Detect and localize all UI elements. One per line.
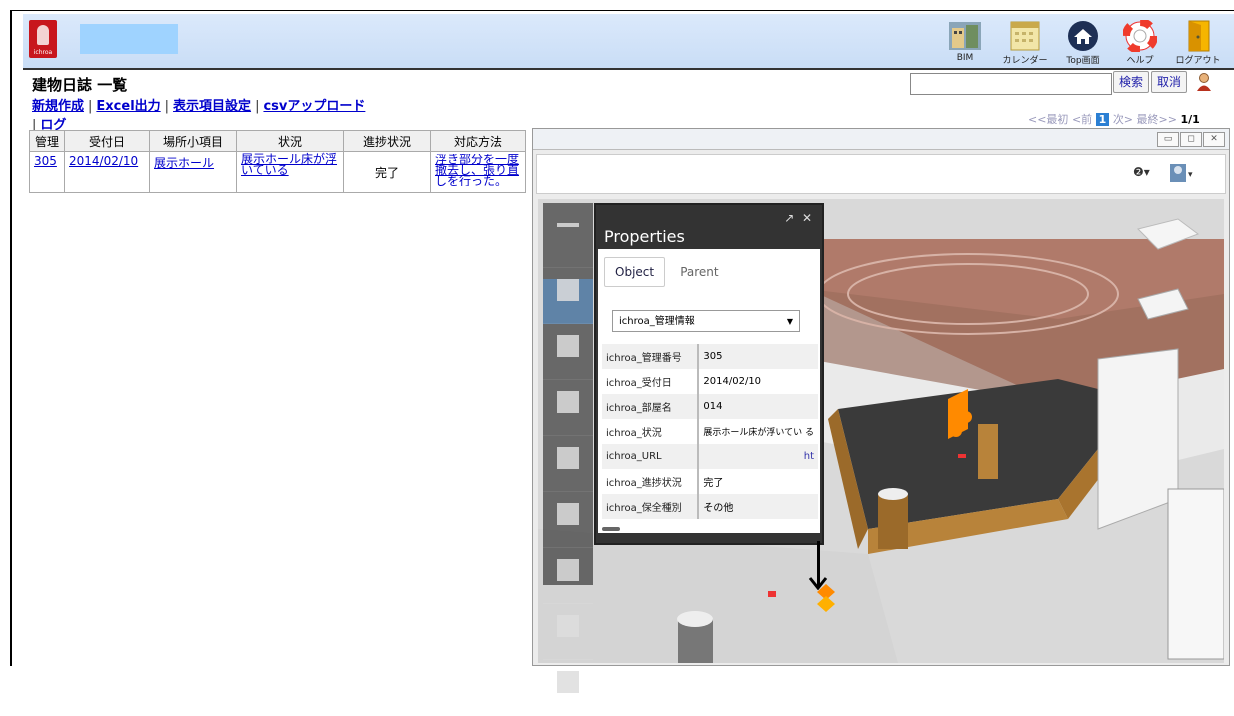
user-dropdown-icon[interactable]: ▾ (1169, 163, 1195, 183)
screen: ichroa BIM カレンダー Top画面 ヘルプ ログアウト 建物日誌 一覧… (0, 0, 1234, 716)
property-row: ichroa_部屋名 014 (602, 394, 818, 419)
toolbar-handle[interactable] (543, 223, 593, 268)
view-tool-icon[interactable] (543, 447, 593, 492)
excel-export-link[interactable]: Excel出力 (96, 99, 160, 114)
col-header[interactable]: 対応方法 (430, 130, 526, 152)
property-row: ichroa_管理番号 305 (602, 344, 818, 369)
search-button[interactable]: 検索 (1113, 71, 1150, 93)
minimize-icon[interactable]: ▭ (1157, 132, 1179, 147)
property-group-value: ichroa_管理情報 (619, 316, 695, 327)
arrow-head-icon (808, 575, 828, 591)
property-group-select[interactable]: ichroa_管理情報 ▼ (612, 310, 800, 332)
home-icon (1066, 20, 1100, 52)
logout-label: ログアウト (1175, 56, 1221, 66)
app-header: ichroa BIM カレンダー Top画面 ヘルプ ログアウト (23, 14, 1234, 70)
help-dropdown-icon[interactable]: ❷▾ (1133, 165, 1150, 179)
log-table: 管理 受付日 場所小項目 状況 進捗状況 対応方法 305 2014/02/10… (29, 130, 526, 193)
pager-last[interactable]: 最終>> (1137, 113, 1177, 126)
col-header[interactable]: 受付日 (64, 130, 150, 152)
table-header-row: 管理 受付日 場所小項目 状況 進捗状況 対応方法 (29, 130, 526, 152)
pager-current[interactable]: 1 (1095, 113, 1110, 126)
markup-tool-icon[interactable] (543, 503, 593, 548)
bim-button[interactable]: BIM (941, 14, 989, 68)
calendar-icon (1008, 20, 1042, 52)
top-screen-label: Top画面 (1066, 56, 1100, 66)
property-row: ichroa_受付日 2014/02/10 (602, 369, 818, 394)
logout-button[interactable]: ログアウト (1174, 14, 1222, 68)
logo-mark-icon (37, 25, 49, 45)
ichroa-logo[interactable]: ichroa (29, 20, 57, 58)
select-tool-icon[interactable] (543, 279, 593, 324)
col-header[interactable]: 場所小項目 (149, 130, 237, 152)
bim-label: BIM (956, 53, 974, 63)
lifebuoy-icon (1122, 18, 1158, 54)
help-button[interactable]: ヘルプ (1116, 14, 1164, 68)
expand-icon[interactable]: ↗ (784, 211, 794, 225)
explode-tool-icon[interactable] (543, 391, 593, 436)
help-label: ヘルプ (1126, 56, 1154, 66)
property-row: ichroa_進捗状況 完了 (602, 469, 818, 494)
row-status-link[interactable]: 展示ホール床が浮いている (241, 152, 337, 177)
properties-title: Properties (604, 227, 685, 246)
properties-body: Object Parent ichroa_管理情報 ▼ ichroa_管理番号 30… (598, 249, 820, 533)
new-link[interactable]: 新規作成 (32, 99, 84, 114)
tab-object[interactable]: Object (604, 257, 666, 287)
col-header[interactable]: 管理 (29, 130, 65, 152)
attach-tool-icon[interactable] (543, 671, 593, 716)
pager: <<最初 <前 1 次> 最終>> 1/1 (1028, 111, 1200, 127)
page-title: 建物日誌 一覧 (32, 76, 128, 94)
row-progress: 完了 (343, 151, 431, 193)
door-icon (1181, 20, 1215, 52)
property-row: ichroa_状況 展示ホール床が浮いてい る (602, 419, 818, 444)
pager-count: 1/1 (1180, 113, 1200, 126)
properties-tabs: Object Parent (604, 257, 729, 287)
left-border (10, 10, 12, 666)
row-date-link[interactable]: 2014/02/10 (69, 154, 138, 168)
search-input[interactable] (910, 73, 1112, 95)
pager-next[interactable]: 次> (1113, 113, 1133, 126)
panel-close-icon[interactable]: ✕ (802, 211, 812, 225)
top-screen-button[interactable]: Top画面 (1059, 14, 1107, 68)
row-method-link[interactable]: 浮き部分を一度撤去し、張り直しを行った。 (435, 154, 519, 186)
row-place-link[interactable]: 展示ホール (154, 156, 214, 170)
close-icon[interactable]: ✕ (1203, 132, 1225, 147)
tab-parent[interactable]: Parent (670, 258, 728, 286)
viewer-toolbar: ❷▾ ▾ (536, 154, 1226, 194)
col-header[interactable]: 進捗状況 (343, 130, 431, 152)
section-tool-icon[interactable] (543, 335, 593, 380)
panel-controls: ↗ ✕ (784, 211, 812, 225)
top-border (10, 10, 1234, 11)
bim-icon (948, 20, 982, 52)
viewer-titlebar: ▭ ◻ ✕ (533, 129, 1229, 150)
layers-tool-icon[interactable] (543, 615, 593, 660)
svg-text:▾: ▾ (1188, 170, 1193, 180)
panel-scrollbar[interactable] (602, 527, 620, 531)
pager-first[interactable]: <<最初 (1028, 113, 1068, 126)
list-tool-icon[interactable] (543, 559, 593, 604)
viewer-left-toolbar (543, 203, 593, 716)
property-row: ichroa_URL ht (602, 444, 818, 469)
calendar-label: カレンダー (1002, 56, 1048, 66)
properties-panel: ↗ ✕ Properties Object Parent ichroa_管理情報… (594, 203, 824, 545)
display-settings-link[interactable]: 表示項目設定 (173, 99, 251, 114)
properties-table: ichroa_管理番号 305 ichroa_受付日 2014/02/10 ichr… (602, 344, 818, 519)
calendar-button[interactable]: カレンダー (1001, 14, 1049, 68)
col-header[interactable]: 状況 (236, 130, 344, 152)
logo-text: ichroa (33, 49, 53, 56)
csv-upload-link[interactable]: csvアップロード (263, 99, 365, 114)
user-icon[interactable] (1196, 72, 1212, 92)
row-id-link[interactable]: 305 (34, 154, 57, 168)
chevron-down-icon: ▼ (786, 317, 793, 326)
table-row: 305 2014/02/10 展示ホール 展示ホール床が浮いている 完了 浮き部… (29, 151, 526, 193)
maximize-icon[interactable]: ◻ (1180, 132, 1202, 147)
cancel-button[interactable]: 取消 (1151, 71, 1188, 93)
header-title-box (80, 24, 178, 54)
pager-prev[interactable]: <前 (1072, 113, 1092, 126)
action-links: 新規作成 | Excel出力 | 表示項目設定 | csvアップロード | ログ (32, 99, 366, 133)
property-row: ichroa_保全種別 その他 (602, 494, 818, 519)
